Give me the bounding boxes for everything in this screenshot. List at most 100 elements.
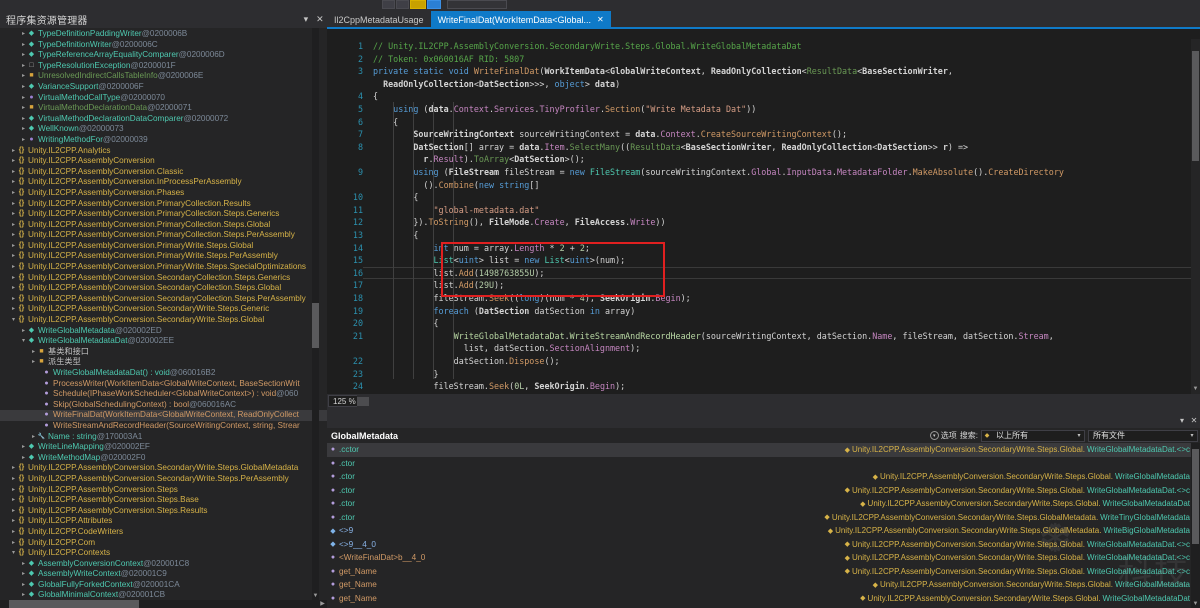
find-result-row[interactable]: ●get_Name◆Unity.IL2CPP.AssemblyConversio… bbox=[327, 578, 1200, 592]
tree-item[interactable]: ▸派生类型 bbox=[0, 357, 327, 368]
code-line[interactable]: ReadOnlyCollection<DatSection>>>, object… bbox=[373, 78, 620, 91]
tree-item[interactable]: ▸基类和接口 bbox=[0, 347, 327, 358]
code-line[interactable]: DatSection[] array = data.Item.SelectMan… bbox=[373, 141, 968, 154]
tree-scroll-thumb[interactable] bbox=[312, 303, 319, 348]
code-line[interactable]: { bbox=[373, 229, 418, 242]
tree-item[interactable]: ▸Name : string @170003A1 bbox=[0, 432, 327, 443]
editor-horizontal-scrollbar[interactable] bbox=[357, 395, 1200, 407]
editor-tab[interactable]: Il2CppMetadataUsage bbox=[327, 11, 431, 28]
tree-item[interactable]: ▸Unity.IL2CPP.AssemblyConversion.Primary… bbox=[0, 220, 327, 231]
editor-scroll-thumb[interactable] bbox=[1192, 51, 1199, 161]
close-icon[interactable]: ✕ bbox=[313, 14, 327, 25]
assembly-tree-body[interactable]: ▸TypeDefinitionPaddingWriter @0200006B▸T… bbox=[0, 28, 327, 600]
expand-arrow-icon[interactable]: ▸ bbox=[10, 485, 17, 496]
filetype-select[interactable]: 所有文件 ▾ bbox=[1088, 430, 1198, 442]
tree-item[interactable]: ▸AssemblyWriteContext @020001C9 bbox=[0, 569, 327, 580]
tree-item[interactable]: ▸Unity.IL2CPP.AssemblyConversion.Phases bbox=[0, 188, 327, 199]
tree-item[interactable]: ▸Unity.IL2CPP.AssemblyConversion.Steps.R… bbox=[0, 506, 327, 517]
expand-arrow-icon[interactable]: ▸ bbox=[20, 135, 27, 146]
chevron-down-icon[interactable]: ▾ bbox=[299, 14, 313, 25]
tree-item[interactable]: ▸UnresolvedIndirectCallsTableInfo @02000… bbox=[0, 71, 327, 82]
editor-hscroll-thumb[interactable] bbox=[357, 397, 369, 406]
expand-arrow-icon[interactable]: ▸ bbox=[10, 167, 17, 178]
tree-horizontal-scrollbar[interactable] bbox=[0, 600, 327, 608]
tree-item[interactable]: Skip(GlobalSchedulingContext) : bool @06… bbox=[0, 400, 327, 411]
expand-arrow-icon[interactable]: ▸ bbox=[20, 114, 27, 125]
expand-arrow-icon[interactable]: ▸ bbox=[10, 294, 17, 305]
tree-item[interactable]: ▸TypeReferenceArrayEqualityComparer @020… bbox=[0, 50, 327, 61]
tree-item[interactable]: ProcessWriter(WorkItemData<GlobalWriteCo… bbox=[0, 379, 327, 390]
code-line[interactable]: SourceWritingContext sourceWritingContex… bbox=[373, 128, 847, 141]
panel-drag-grip[interactable] bbox=[331, 412, 1176, 428]
options-button[interactable]: ▾ 选项 bbox=[930, 430, 957, 441]
expand-arrow-icon[interactable]: ▸ bbox=[20, 453, 27, 464]
tree-item[interactable]: ▸Unity.IL2CPP.AssemblyConversion.Primary… bbox=[0, 262, 327, 273]
collapse-arrow-icon[interactable]: ▾ bbox=[10, 548, 17, 559]
code-line[interactable]: // Token: 0x060016AF RID: 5807 bbox=[373, 53, 524, 66]
tree-item[interactable]: ▸AssemblyConversionContext @020001C8 bbox=[0, 559, 327, 570]
editor-vertical-scrollbar[interactable] bbox=[1191, 39, 1200, 394]
tree-item[interactable]: ▸WritingMethodFor @02000039 bbox=[0, 135, 327, 146]
code-line[interactable]: }).ToString(), FileMode.Create, FileAcce… bbox=[373, 216, 666, 229]
tree-item[interactable]: ▸TypeDefinitionWriter @0200006C bbox=[0, 40, 327, 51]
code-line[interactable]: WriteGlobalMetadataDat.WriteStreamAndRec… bbox=[373, 330, 1054, 343]
code-line[interactable]: datSection.Dispose(); bbox=[373, 355, 560, 368]
tree-item[interactable]: ▸Unity.IL2CPP.AssemblyConversion.Seconda… bbox=[0, 463, 327, 474]
tree-item[interactable]: ▸Unity.IL2CPP.AssemblyConversion bbox=[0, 156, 327, 167]
tree-item[interactable]: ▸WriteMethodMap @020002F0 bbox=[0, 453, 327, 464]
expand-arrow-icon[interactable]: ▸ bbox=[10, 188, 17, 199]
expand-arrow-icon[interactable]: ▸ bbox=[30, 347, 37, 358]
toolbar-button-blue[interactable] bbox=[427, 0, 441, 9]
results-scroll-thumb[interactable] bbox=[1192, 449, 1199, 544]
tree-item[interactable]: ▸Unity.IL2CPP.AssemblyConversion.Steps.B… bbox=[0, 495, 327, 506]
code-line[interactable]: { bbox=[373, 191, 418, 204]
code-line[interactable]: List<uint> list = new List<uint>(num); bbox=[373, 254, 625, 267]
expand-arrow-icon[interactable]: ▸ bbox=[10, 463, 17, 474]
code-line[interactable]: r.Result).ToArray<DatSection>(); bbox=[373, 153, 585, 166]
expand-arrow-icon[interactable]: ▸ bbox=[10, 199, 17, 210]
tree-item[interactable]: ▸Unity.IL2CPP.AssemblyConversion.InProce… bbox=[0, 177, 327, 188]
expand-arrow-icon[interactable]: ▸ bbox=[20, 580, 27, 591]
code-line[interactable]: fileStream.Seek((long)(num * 4), SeekOri… bbox=[373, 292, 691, 305]
expand-arrow-icon[interactable]: ▸ bbox=[10, 230, 17, 241]
code-line[interactable]: list.Add(1498763855U); bbox=[373, 267, 544, 280]
collapse-arrow-icon[interactable]: ▾ bbox=[10, 315, 17, 326]
tree-item[interactable]: ▾Unity.IL2CPP.Contexts bbox=[0, 548, 327, 559]
tree-item[interactable]: ▸Unity.IL2CPP.AssemblyConversion.Primary… bbox=[0, 251, 327, 262]
code-line[interactable]: private static void WriteFinalDat(WorkIt… bbox=[373, 65, 953, 78]
expand-arrow-icon[interactable]: ▸ bbox=[10, 262, 17, 273]
expand-arrow-icon[interactable]: ▸ bbox=[10, 273, 17, 284]
find-result-row[interactable]: ●.ctor◆Unity.IL2CPP.AssemblyConversion.S… bbox=[327, 484, 1200, 498]
code-line[interactable]: } bbox=[373, 368, 439, 381]
tree-item[interactable]: ▸Unity.IL2CPP.AssemblyConversion.Primary… bbox=[0, 209, 327, 220]
chevron-down-icon[interactable]: ▾ bbox=[1176, 416, 1188, 425]
code-view[interactable]: 1// Unity.IL2CPP.AssemblyConversion.Seco… bbox=[327, 39, 1200, 394]
code-line[interactable]: using (data.Context.Services.TinyProfile… bbox=[373, 103, 756, 116]
expand-arrow-icon[interactable]: ▸ bbox=[10, 495, 17, 506]
expand-arrow-icon[interactable]: ▸ bbox=[10, 251, 17, 262]
expand-arrow-icon[interactable]: ▸ bbox=[20, 559, 27, 570]
expand-arrow-icon[interactable]: ▸ bbox=[10, 156, 17, 167]
close-icon[interactable]: ✕ bbox=[597, 15, 604, 24]
close-icon[interactable]: ✕ bbox=[1188, 416, 1200, 425]
expand-arrow-icon[interactable]: ▸ bbox=[10, 220, 17, 231]
expand-arrow-icon[interactable]: ▸ bbox=[20, 103, 27, 114]
tree-scroll-down-arrow[interactable]: ▼ bbox=[312, 592, 319, 600]
code-line[interactable]: { bbox=[373, 317, 439, 330]
tree-item[interactable]: ▸Unity.IL2CPP.AssemblyConversion.Seconda… bbox=[0, 283, 327, 294]
results-vertical-scrollbar[interactable] bbox=[1191, 443, 1200, 608]
code-line[interactable]: "global-metadata.dat" bbox=[373, 204, 539, 217]
expand-arrow-icon[interactable]: ▸ bbox=[10, 474, 17, 485]
toolbar-button-2[interactable] bbox=[396, 0, 409, 9]
chevron-down-icon[interactable]: ▾ bbox=[1187, 432, 1197, 439]
expand-arrow-icon[interactable]: ▸ bbox=[20, 442, 27, 453]
tree-item[interactable]: ▸WellKnown @02000073 bbox=[0, 124, 327, 135]
tree-item[interactable]: ▸Unity.IL2CPP.AssemblyConversion.Steps bbox=[0, 485, 327, 496]
tree-item[interactable]: ▾WriteGlobalMetadataDat @020002EE bbox=[0, 336, 327, 347]
find-result-row[interactable]: ●get_Name◆Unity.IL2CPP.AssemblyConversio… bbox=[327, 565, 1200, 579]
expand-arrow-icon[interactable]: ▸ bbox=[10, 146, 17, 157]
toolbar-button-1[interactable] bbox=[382, 0, 395, 9]
tree-item[interactable]: ▸TypeDefinitionPaddingWriter @0200006B bbox=[0, 29, 327, 40]
editor-tab[interactable]: WriteFinalDat(WorkItemData<Global...✕ bbox=[431, 11, 611, 28]
expand-arrow-icon[interactable]: ▸ bbox=[10, 538, 17, 549]
